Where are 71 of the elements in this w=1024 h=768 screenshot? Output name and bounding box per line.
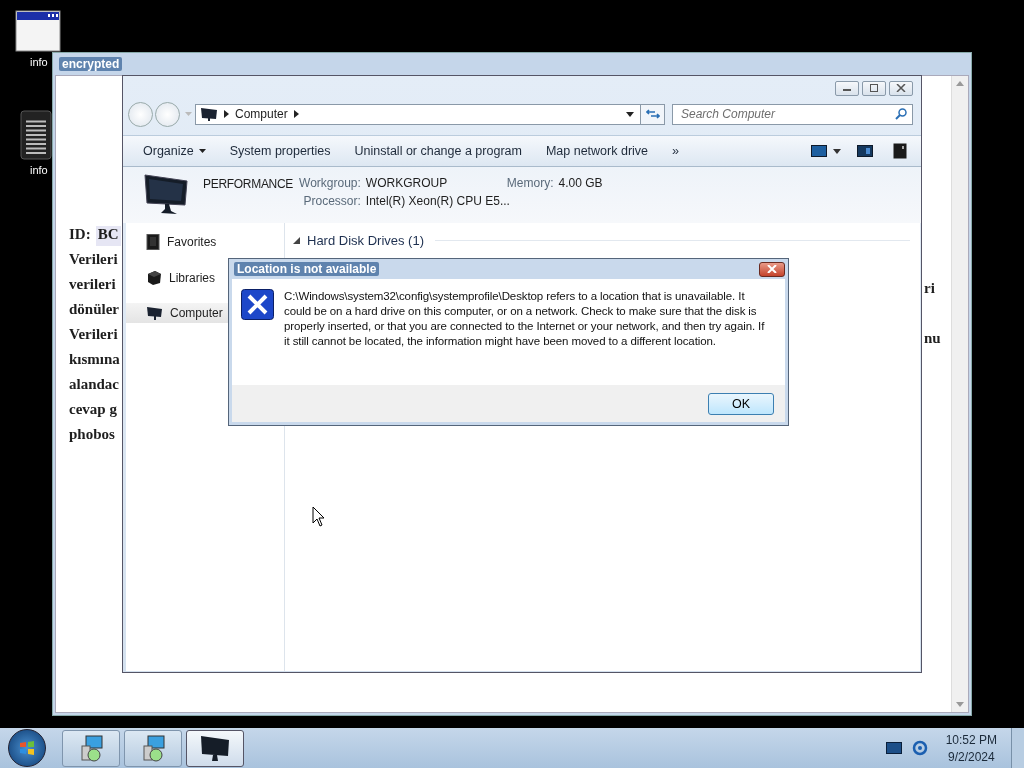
taskbar-button[interactable]	[186, 729, 244, 767]
detail-label: Workgroup:	[299, 176, 361, 190]
computer-icon	[146, 306, 163, 320]
text-line: ri	[924, 280, 935, 297]
id-label: ID:	[69, 226, 91, 244]
ok-button[interactable]: OK	[708, 392, 774, 415]
text-line: phobos	[69, 426, 115, 444]
toolbar-button[interactable]: Uninstall or change a program	[344, 144, 532, 158]
icon-label[interactable]: info	[30, 164, 48, 176]
breadcrumb[interactable]: Computer	[235, 107, 288, 121]
organize-menu[interactable]: Organize	[133, 144, 216, 158]
close-icon	[896, 84, 906, 92]
close-icon	[766, 265, 778, 273]
text-line: cevap g	[69, 401, 117, 419]
installer-icon	[78, 734, 104, 762]
icon-label[interactable]: info	[30, 56, 48, 68]
minimize-button[interactable]	[835, 80, 859, 96]
cube-icon	[146, 270, 162, 286]
refresh-button[interactable]	[641, 103, 665, 125]
refresh-icon	[645, 108, 660, 120]
error-icon	[241, 289, 274, 320]
text-line: nu	[924, 330, 941, 347]
group-header[interactable]: Hard Disk Drives (1)	[307, 233, 424, 248]
dialog-title: Location is not available	[234, 262, 380, 276]
chevron-icon	[224, 110, 229, 118]
close-button[interactable]	[759, 261, 785, 277]
cursor-icon	[312, 506, 326, 528]
preview-pane-icon[interactable]	[857, 145, 873, 157]
book-icon	[146, 234, 160, 250]
nav-item[interactable]: Favorites	[126, 231, 284, 253]
computer-icon	[200, 107, 218, 121]
dropdown-caret-icon[interactable]	[833, 148, 841, 154]
text-line: dönüler	[69, 301, 119, 319]
text-line: Verileri	[69, 326, 118, 344]
close-button[interactable]	[889, 80, 913, 96]
sync-icon[interactable]	[911, 740, 928, 756]
clock-date[interactable]: 9/2/2024	[947, 749, 995, 764]
detail-label: Memory:	[506, 176, 554, 190]
text-line: alandac	[69, 376, 119, 394]
search-field[interactable]: Search Computer	[681, 107, 895, 121]
clock-time[interactable]: 10:52 PM	[945, 732, 997, 747]
id-value: BC	[95, 226, 121, 246]
search-icon	[895, 108, 907, 120]
document-icon[interactable]	[20, 110, 52, 160]
collapse-triangle-icon[interactable]	[293, 237, 300, 244]
network-icon[interactable]	[885, 742, 902, 754]
dropdown-caret-icon[interactable]	[626, 111, 634, 117]
installer-icon	[140, 734, 166, 762]
view-icon[interactable]	[811, 145, 827, 157]
overflow-button[interactable]: »	[662, 144, 689, 158]
toolbar-button[interactable]: System properties	[219, 144, 341, 158]
detail-value: Intel(R) Xeon(R) CPU E5...	[365, 194, 511, 208]
monitor-icon	[199, 734, 231, 762]
chevron-icon	[293, 110, 299, 118]
text-line: Verileri	[69, 251, 118, 269]
search-box[interactable]: Search Computer	[672, 103, 913, 125]
window-title: encrypted	[59, 57, 123, 71]
text-line: kısmına	[69, 351, 120, 369]
maximize-icon	[869, 84, 879, 92]
start-button[interactable]	[8, 729, 46, 767]
detail-value: WORKGROUP	[365, 176, 449, 190]
computer-name: PERFORMANCE	[203, 177, 294, 191]
maximize-button[interactable]	[862, 80, 886, 96]
address-bar[interactable]: Computer	[195, 103, 641, 125]
help-book-icon[interactable]	[893, 143, 907, 159]
monitor-icon	[143, 171, 189, 215]
detail-label: Processor:	[302, 194, 361, 208]
window-icon[interactable]	[15, 10, 61, 52]
detail-value: 4.00 GB	[558, 176, 603, 190]
text-line: verileri	[69, 276, 116, 294]
toolbar-button[interactable]: Map network drive	[535, 144, 659, 158]
